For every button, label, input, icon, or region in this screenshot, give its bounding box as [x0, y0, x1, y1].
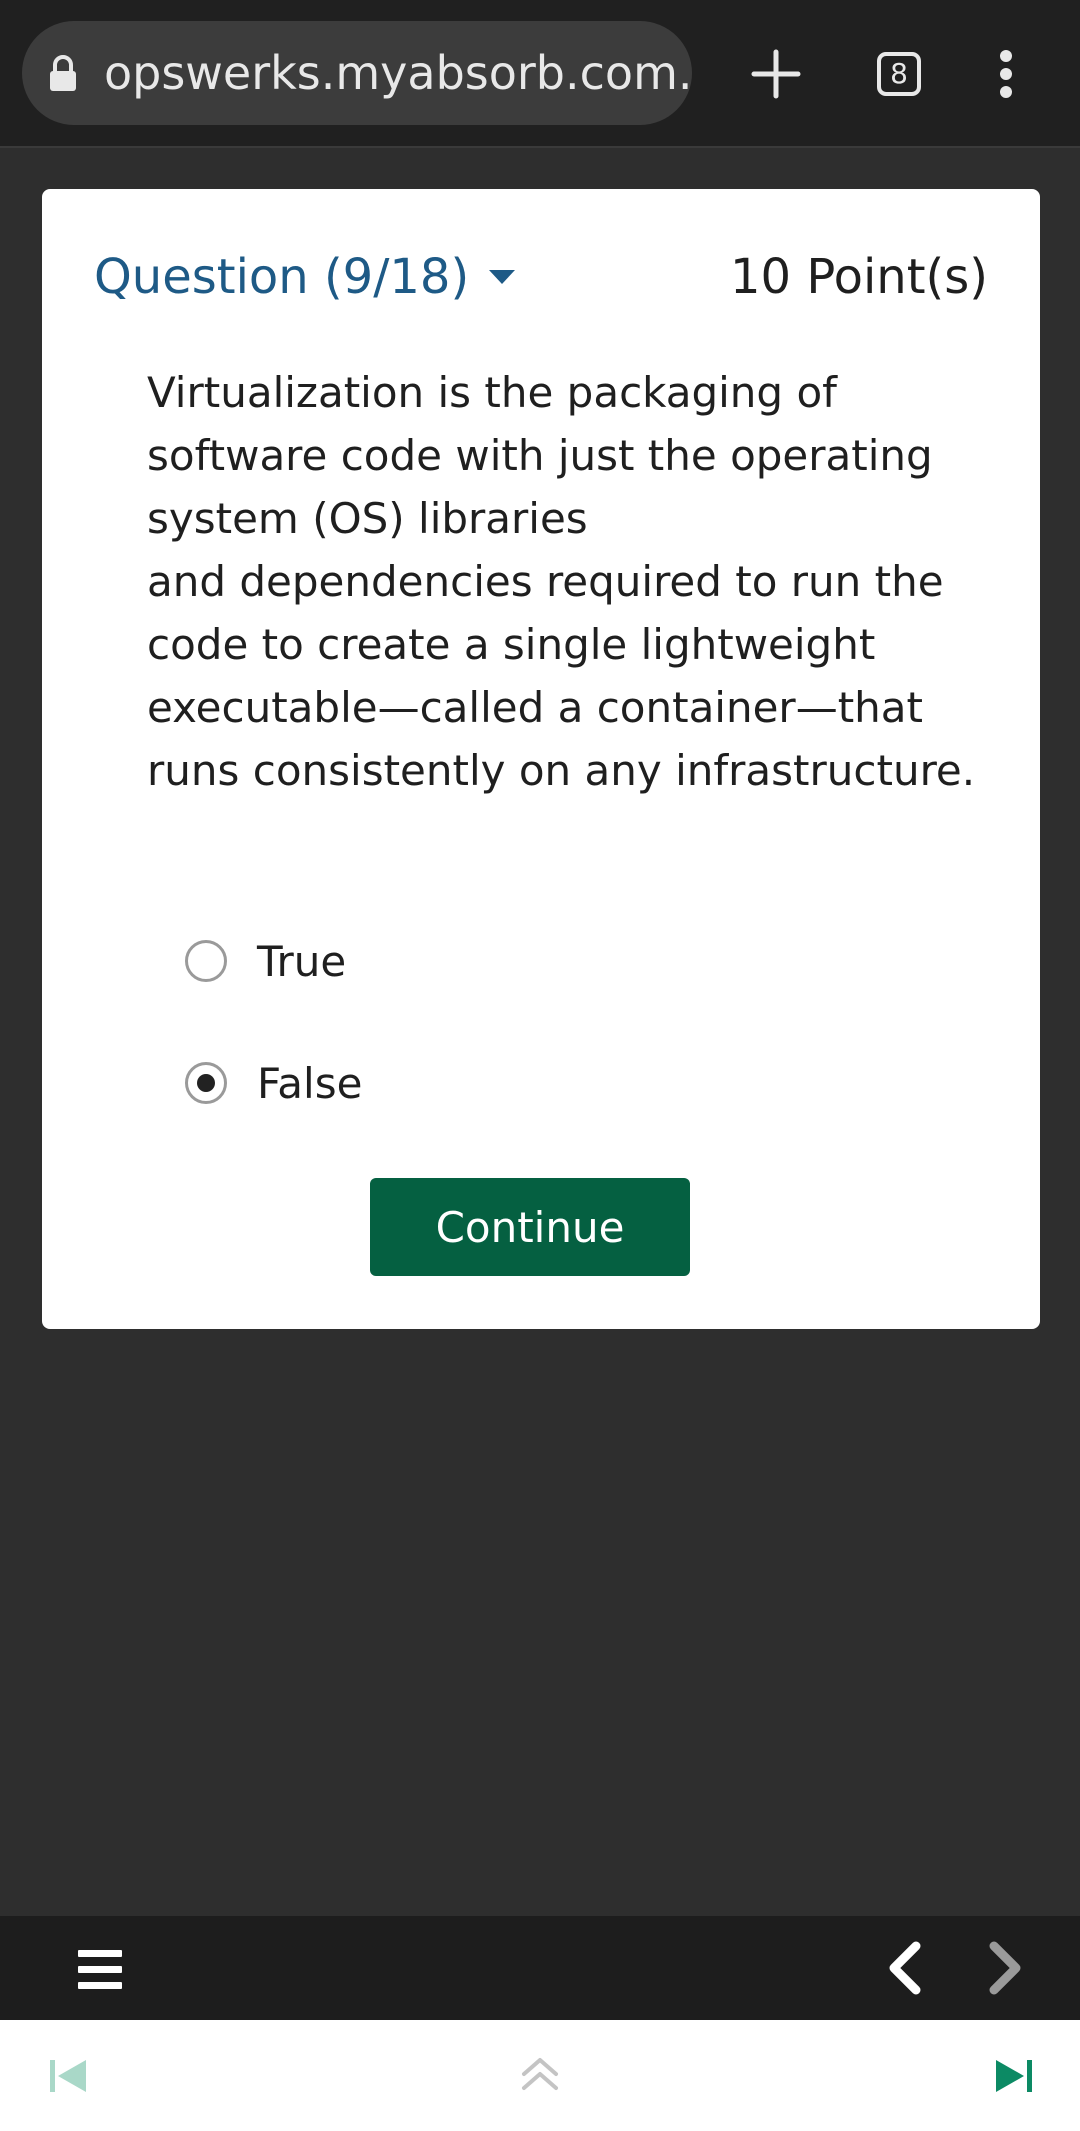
continue-button[interactable]: Continue [370, 1178, 690, 1276]
chevron-left-icon[interactable] [878, 1938, 934, 1998]
browser-menu-button[interactable] [966, 34, 1046, 114]
question-selector[interactable]: Question (9/18) [94, 247, 517, 307]
caret-down-icon [489, 270, 516, 284]
more-vert-icon [1000, 50, 1012, 98]
question-card: Question (9/18) 10 Point(s) Virtualizati… [42, 189, 1040, 1329]
double-chevron-up-icon[interactable] [516, 2050, 564, 2098]
question-text: Virtualization is the packaging of softw… [147, 361, 977, 802]
browser-toolbar: opswerks.myabsorb.com.au 8 [0, 0, 1080, 148]
question-points: 10 Point(s) [730, 249, 988, 305]
radio-true[interactable] [185, 940, 227, 982]
new-tab-button[interactable] [736, 34, 816, 114]
skip-previous-icon[interactable] [44, 2052, 92, 2100]
hamburger-menu-icon[interactable] [78, 1950, 122, 1990]
player-toolbar [0, 1916, 1080, 2020]
option-true[interactable]: True [185, 931, 346, 991]
option-true-label: True [257, 936, 347, 986]
tab-count: 8 [877, 52, 921, 96]
question-text-part1: Virtualization is the packaging of softw… [147, 368, 933, 543]
option-false[interactable]: False [185, 1053, 362, 1113]
plus-icon [751, 49, 801, 99]
lock-icon [50, 55, 76, 91]
chevron-right-icon[interactable] [976, 1938, 1032, 1998]
radio-false[interactable] [185, 1062, 227, 1104]
tab-switcher-button[interactable]: 8 [862, 34, 942, 114]
question-text-part2: and dependencies required to run the cod… [147, 557, 976, 795]
address-bar[interactable]: opswerks.myabsorb.com.au [22, 21, 692, 125]
url-text: opswerks.myabsorb.com.au [104, 46, 692, 100]
question-header: Question (9/18) [94, 249, 470, 305]
option-false-label: False [257, 1058, 363, 1108]
skip-next-icon[interactable] [990, 2052, 1038, 2100]
lesson-navigation [0, 2020, 1080, 2131]
